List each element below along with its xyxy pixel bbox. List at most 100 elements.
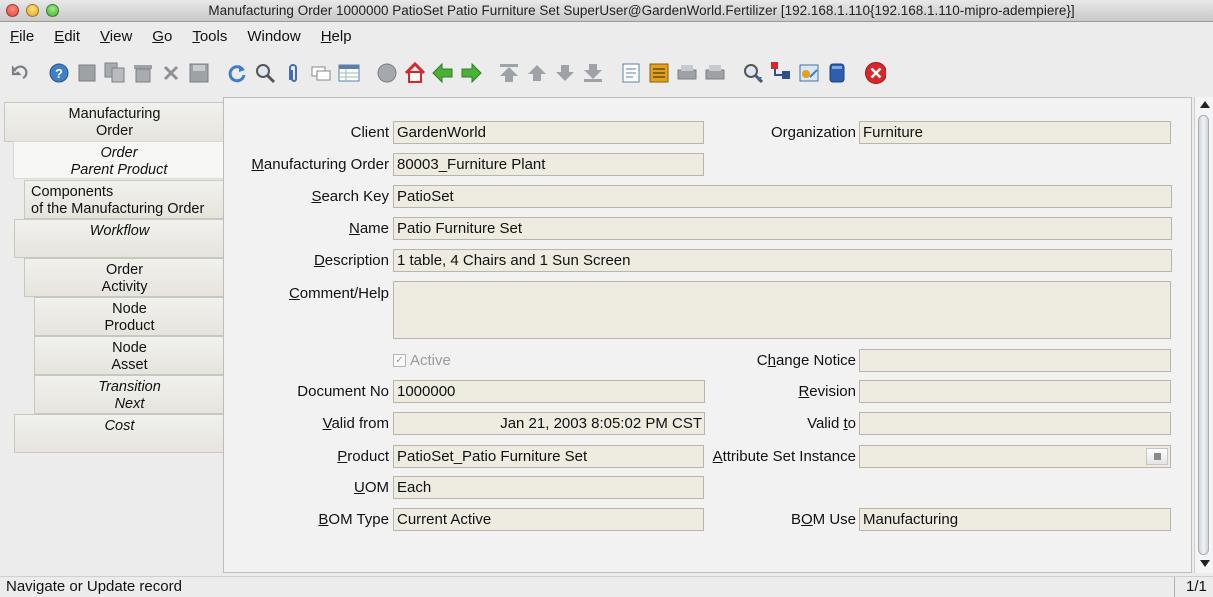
chat-icon[interactable] xyxy=(310,62,332,84)
copy-record-icon[interactable] xyxy=(104,62,126,84)
attachment-icon[interactable] xyxy=(282,62,304,84)
workflow-icon[interactable] xyxy=(770,62,792,84)
active-checkbox[interactable]: ✓ xyxy=(393,354,406,367)
tab-transition-next[interactable]: Transition Next xyxy=(34,375,224,414)
manufacturing-order-label: Manufacturing Order xyxy=(251,156,389,173)
last-record-icon[interactable] xyxy=(582,62,604,84)
organization-label: Organization xyxy=(770,124,856,141)
label-mnemonic: R xyxy=(798,383,810,400)
tab-manufacturing-order[interactable]: Manufacturing Order xyxy=(4,102,224,142)
tab-node-product[interactable]: Node Product xyxy=(34,297,224,336)
tab-label-line: Product xyxy=(104,318,155,334)
bom-use-field[interactable]: Manufacturing xyxy=(859,508,1171,531)
description-field[interactable]: 1 table, 4 Chairs and 1 Sun Screen xyxy=(393,249,1172,272)
client-field[interactable]: GardenWorld xyxy=(393,121,704,144)
end-window-icon[interactable] xyxy=(864,62,886,84)
help-icon[interactable]: ? xyxy=(48,62,70,84)
first-record-icon[interactable] xyxy=(498,62,520,84)
tab-label-line: Next xyxy=(114,396,145,412)
print-icon[interactable] xyxy=(704,62,726,84)
save-icon[interactable] xyxy=(188,62,210,84)
previous-record-icon[interactable] xyxy=(526,62,548,84)
tab-label-line: Node xyxy=(112,340,147,356)
print-preview-icon[interactable] xyxy=(676,62,698,84)
grid-toggle-icon[interactable] xyxy=(338,62,360,84)
picker-icon xyxy=(1153,453,1161,460)
zoom-across-icon[interactable] xyxy=(742,62,764,84)
tab-components[interactable]: Components of the Manufacturing Order xyxy=(24,180,224,219)
tab-cost[interactable]: Cost xyxy=(14,414,224,453)
manufacturing-order-field[interactable]: 80003_Furniture Plant xyxy=(393,153,704,176)
record-count[interactable]: 1/1 xyxy=(1186,578,1207,595)
next-record-icon[interactable] xyxy=(554,62,576,84)
detail-record-icon[interactable] xyxy=(460,62,482,84)
tab-label-line: of the Manufacturing Order xyxy=(31,201,205,217)
attribute-set-instance-field[interactable] xyxy=(859,445,1171,468)
undo-icon[interactable] xyxy=(8,62,30,84)
history-icon[interactable] xyxy=(376,62,398,84)
parent-record-icon[interactable] xyxy=(432,62,454,84)
window-title: Manufacturing Order 1000000 PatioSet Pat… xyxy=(208,3,1075,18)
svg-text:?: ? xyxy=(55,66,63,81)
menu-edit-mnemonic: E xyxy=(54,27,65,45)
valid-from-field[interactable]: Jan 21, 2003 8:05:02 PM CST xyxy=(393,412,705,435)
menu-edit[interactable]: Edit xyxy=(44,28,90,45)
uom-field[interactable]: Each xyxy=(393,476,704,499)
delete-selection-icon[interactable] xyxy=(160,62,182,84)
tab-node-asset[interactable]: Node Asset xyxy=(34,336,224,375)
label-rest: anufacturing Order xyxy=(263,156,389,173)
menu-file-mnemonic: F xyxy=(10,27,20,45)
product-info-icon[interactable] xyxy=(826,62,848,84)
archive-icon[interactable] xyxy=(648,62,670,84)
menu-file[interactable]: File xyxy=(0,28,44,45)
tab-order-parent-product[interactable]: Order Parent Product xyxy=(13,141,224,179)
product-field[interactable]: PatioSet_Patio Furniture Set xyxy=(393,445,704,468)
organization-field[interactable]: Furniture xyxy=(859,121,1171,144)
scroll-down-arrow-icon[interactable] xyxy=(1200,560,1210,567)
revision-field[interactable] xyxy=(859,380,1171,403)
menu-tools[interactable]: Tools xyxy=(182,28,237,45)
label-rest: ame xyxy=(359,220,389,237)
scroll-up-arrow-icon[interactable] xyxy=(1200,101,1210,108)
menu-tools-mnemonic: T xyxy=(192,27,200,45)
report-icon[interactable] xyxy=(620,62,642,84)
tab-label-line: Manufacturing xyxy=(68,106,161,122)
label-rest: evision xyxy=(809,383,856,400)
tab-list: Manufacturing Order Order Parent Product… xyxy=(0,100,224,570)
label-mnemonic: C xyxy=(288,285,300,302)
menu-view[interactable]: View xyxy=(90,28,142,45)
home-icon[interactable] xyxy=(404,62,426,84)
label-pre: Valid xyxy=(807,415,844,432)
bom-use-label: BOM Use xyxy=(791,511,856,528)
new-record-icon[interactable] xyxy=(76,62,98,84)
menu-window[interactable]: Window xyxy=(237,28,310,45)
bom-type-field[interactable]: Current Active xyxy=(393,508,704,531)
vertical-scrollbar[interactable] xyxy=(1194,97,1213,573)
menu-help[interactable]: Help xyxy=(311,28,362,45)
tab-label-line: Node xyxy=(112,301,147,317)
attribute-set-instance-label: Attribute Set Instance xyxy=(713,448,856,465)
document-no-field[interactable]: 1000000 xyxy=(393,380,705,403)
attribute-set-picker-button[interactable] xyxy=(1146,448,1168,465)
tab-label-line: Components xyxy=(31,184,114,200)
comment-help-field[interactable] xyxy=(393,281,1171,339)
menu-go[interactable]: Go xyxy=(142,28,182,45)
tab-order-activity[interactable]: Order Activity xyxy=(24,258,224,297)
request-icon[interactable] xyxy=(798,62,820,84)
window-title-bar: Manufacturing Order 1000000 PatioSet Pat… xyxy=(0,0,1213,22)
label-mnemonic: A xyxy=(712,448,723,465)
refresh-icon[interactable] xyxy=(226,62,248,84)
menu-view-mnemonic: V xyxy=(100,27,110,45)
tab-workflow[interactable]: Workflow xyxy=(14,219,224,258)
label-mnemonic: P xyxy=(337,448,348,465)
scrollbar-thumb[interactable] xyxy=(1198,115,1209,555)
find-icon[interactable] xyxy=(254,62,276,84)
menu-help-mnemonic: H xyxy=(320,27,332,45)
change-notice-field[interactable] xyxy=(859,349,1171,372)
label-rest: ttribute Set Instance xyxy=(722,448,856,465)
name-field[interactable]: Patio Furniture Set xyxy=(393,217,1172,240)
valid-to-field[interactable] xyxy=(859,412,1171,435)
delete-icon[interactable] xyxy=(132,62,154,84)
search-key-field[interactable]: PatioSet xyxy=(393,185,1172,208)
label-mnemonic: N xyxy=(348,220,360,237)
